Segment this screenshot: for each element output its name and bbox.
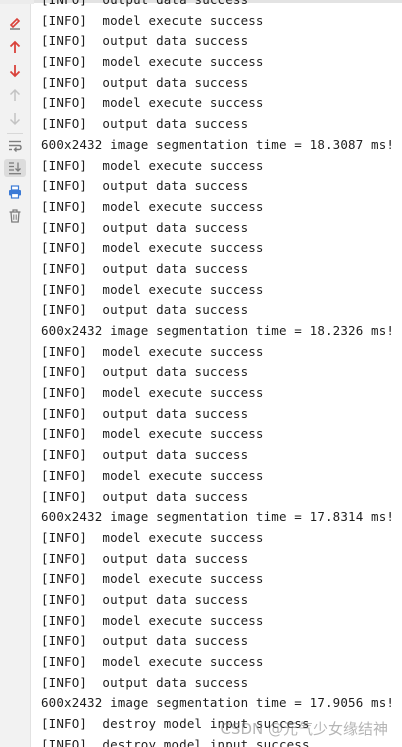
console-line: [INFO] model execute success [41,198,264,214]
console-line: 600x2432 image segmentation time = 18.30… [41,136,395,152]
console-line: [INFO] model execute success [41,385,264,401]
arrow-up-icon[interactable] [4,38,26,56]
console-line: 600x2432 image segmentation time = 17.90… [41,695,395,711]
console-line: [INFO] output data success [41,74,249,90]
console-line: [INFO] output data success [41,488,249,504]
trash-icon[interactable] [4,207,26,225]
console-line: [INFO] output data success [41,591,249,607]
console-output[interactable]: [INFO] output data success[INFO] model e… [31,0,402,747]
console-line: [INFO] output data success [41,405,249,421]
console-line: [INFO] output data success [41,0,394,11]
arrow-down-disabled-icon [4,110,26,134]
arrow-up-disabled-icon [4,86,26,104]
console-line: [INFO] output data success [41,33,249,49]
console-line: [INFO] model execute success [41,240,264,256]
arrow-down-icon[interactable] [4,62,26,80]
soft-wrap-edit-icon[interactable] [4,14,26,32]
console-line: [INFO] model execute success [41,612,264,628]
console-line: [INFO] model execute success [41,12,264,28]
console-line: 600x2432 image segmentation time = 17.83… [41,509,395,525]
console-line: [INFO] output data success [41,178,249,194]
console-line: [INFO] model execute success [41,529,264,545]
console-line: [INFO] output data success [41,364,249,380]
console-line: [INFO] model execute success [41,281,264,297]
console-line: [INFO] output data success [41,447,249,463]
soft-wrap-icon[interactable] [4,137,26,155]
watermark: CSDN @元气少女缘结神 [220,720,388,738]
console-toolbar [0,4,31,747]
console-line: [INFO] model execute success [41,54,264,70]
console-line: [INFO] output data success [41,302,249,318]
console-line: [INFO] model execute success [41,95,264,111]
console-line: [INFO] output data success [41,260,249,276]
console-line: [INFO] model execute success [41,654,264,669]
console-line: [INFO] model execute success [41,426,264,442]
console-line: [INFO] output data success [41,219,249,235]
console-line: [INFO] output data success [41,550,249,566]
console-line: [INFO] output data success [41,116,249,132]
console-line: [INFO] output data success [41,674,249,690]
console-line: 600x2432 image segmentation time = 18.23… [41,323,395,338]
console-lines: [INFO] output data success[INFO] model e… [41,0,394,747]
print-icon[interactable] [4,183,26,201]
console-line: [INFO] output data success [41,633,249,649]
console-line: [INFO] model execute success [41,157,264,173]
console-line: [INFO] model execute success [41,571,264,587]
console-line: [INFO] model execute success [41,467,264,483]
scroll-to-end-icon[interactable] [4,159,26,177]
console-line: [INFO] model execute success [41,343,264,359]
